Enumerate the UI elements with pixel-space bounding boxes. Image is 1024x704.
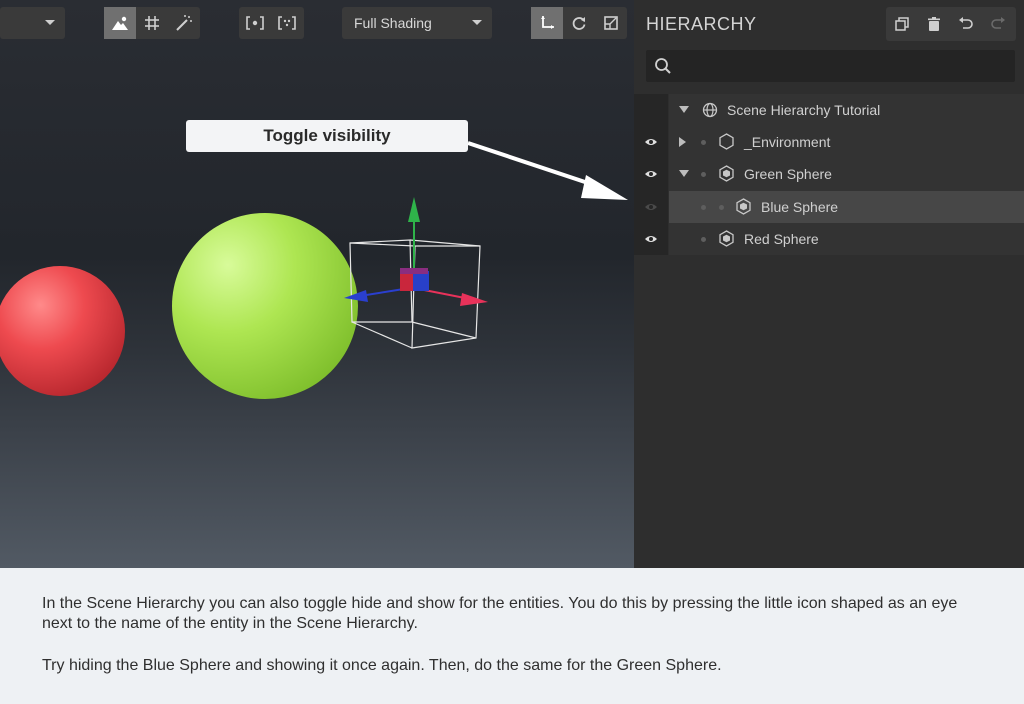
redo-icon	[991, 17, 1005, 29]
bullet-dot	[701, 172, 706, 177]
scale-icon	[604, 16, 618, 30]
view-options-group	[104, 7, 200, 39]
transform-gizmo[interactable]	[344, 197, 488, 306]
effects-toggle-button[interactable]	[168, 7, 200, 39]
cube-icon	[719, 165, 734, 182]
grid-icon	[145, 16, 159, 30]
gizmo-x-arrow	[460, 293, 488, 306]
tree-item-label: _Environment	[744, 134, 831, 150]
chevron-down-icon	[45, 20, 55, 25]
toggle-visibility-callout: Toggle visibility	[186, 120, 468, 152]
undo-icon	[959, 17, 973, 29]
expand-arrow-icon[interactable]	[679, 170, 689, 177]
grid-toggle-button[interactable]	[136, 7, 168, 39]
undo-button[interactable]	[950, 7, 982, 41]
hexagon-icon	[719, 133, 734, 150]
expand-arrow-icon[interactable]	[679, 106, 689, 113]
frame-all-button[interactable]	[271, 7, 303, 39]
bullet-dot	[701, 237, 706, 242]
bullet-dot	[701, 205, 706, 210]
tree-item-label: Red Sphere	[744, 231, 819, 247]
shading-dropdown[interactable]: Full Shading	[342, 7, 492, 39]
frame-all-icon	[278, 16, 296, 30]
search-input[interactable]	[680, 50, 1010, 82]
tree-item-blue-sphere[interactable]: Blue Sphere	[669, 191, 1024, 223]
tree-item-label: Scene Hierarchy Tutorial	[727, 102, 881, 118]
magic-wand-icon	[176, 15, 192, 31]
scale-tool-button[interactable]	[595, 7, 627, 39]
transform-tools-group	[531, 7, 627, 39]
callout-text: Toggle visibility	[263, 126, 391, 145]
frame-selected-button[interactable]	[239, 7, 271, 39]
hierarchy-tree: Scene Hierarchy Tutorial _Environment Gr…	[669, 94, 1024, 255]
hierarchy-actions	[886, 7, 1016, 41]
eye-hidden-icon[interactable]	[644, 202, 658, 212]
instruction-paragraph: Try hiding the Blue Sphere and showing i…	[42, 657, 722, 674]
chevron-down-icon	[472, 20, 482, 25]
framing-group	[239, 7, 304, 39]
move-icon	[541, 16, 554, 29]
red-sphere[interactable]	[0, 266, 125, 396]
hierarchy-panel: HIERARCHY Scene Hierarchy Tutorial _Envi…	[634, 0, 1024, 568]
duplicate-button[interactable]	[886, 7, 918, 41]
tree-item-scene-hierarchy-tutorial[interactable]: Scene Hierarchy Tutorial	[669, 94, 1024, 126]
green-sphere[interactable]	[172, 213, 358, 399]
tree-item-environment[interactable]: _Environment	[669, 126, 1024, 158]
cube-icon	[736, 198, 751, 215]
visibility-column	[634, 94, 668, 255]
tree-item-red-sphere[interactable]: Red Sphere	[669, 223, 1024, 255]
bullet-dot	[719, 205, 724, 210]
scene-view-button[interactable]	[104, 7, 136, 39]
redo-button[interactable]	[982, 7, 1014, 41]
tree-item-label: Blue Sphere	[761, 199, 839, 215]
eye-icon[interactable]	[644, 234, 658, 244]
editor-window: Full Shading Toggle visibility HIERARCHY…	[0, 0, 1024, 704]
eye-icon[interactable]	[644, 137, 658, 147]
rotate-icon	[572, 17, 586, 30]
expand-arrow-icon[interactable]	[679, 137, 686, 147]
tree-item-label: Green Sphere	[744, 166, 832, 182]
gizmo-y-arrow	[408, 197, 420, 222]
tutorial-instructions: In the Scene Hierarchy you can also togg…	[0, 568, 1024, 704]
eye-icon[interactable]	[644, 169, 658, 179]
tree-item-green-sphere[interactable]: Green Sphere	[669, 158, 1024, 190]
duplicate-icon	[895, 17, 909, 31]
hierarchy-search	[646, 50, 1015, 82]
delete-button[interactable]	[918, 7, 950, 41]
scene-viewport[interactable]: Full Shading Toggle visibility	[0, 0, 634, 568]
delete-icon	[928, 17, 940, 31]
globe-icon	[702, 102, 718, 118]
move-tool-button[interactable]	[531, 7, 563, 39]
search-icon	[655, 58, 671, 74]
view-mode-dropdown[interactable]	[0, 7, 65, 39]
panel-title: HIERARCHY	[646, 14, 757, 34]
shading-dropdown-value: Full Shading	[354, 15, 432, 31]
scene-icon	[112, 16, 128, 30]
frame-selected-icon	[246, 16, 264, 30]
cube-icon	[719, 230, 734, 247]
callout-arrow	[467, 141, 628, 200]
rotate-tool-button[interactable]	[563, 7, 595, 39]
bullet-dot	[701, 140, 706, 145]
instruction-paragraph: In the Scene Hierarchy you can also togg…	[42, 595, 958, 632]
scene-render	[0, 141, 628, 399]
